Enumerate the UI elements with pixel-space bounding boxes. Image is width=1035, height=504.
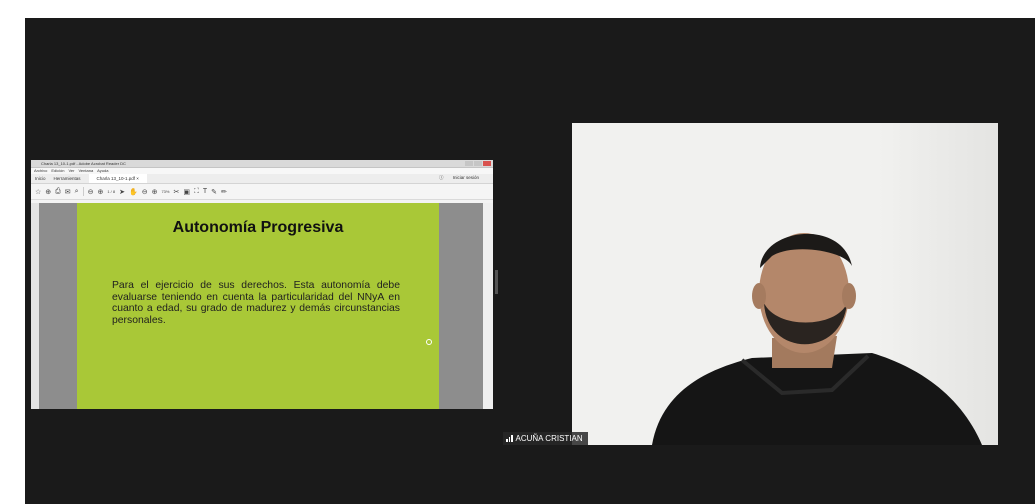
reader-tab-bar: Inicio Herramientas Charla 13_10-1.pdf ×…	[31, 174, 493, 184]
slide-body: Para el ejercicio de sus derechos. Esta …	[112, 280, 400, 326]
shared-screen: Charla 13_10-1.pdf - Adobe Acrobat Reade…	[31, 160, 493, 409]
next-page-icon[interactable]: ⊕	[97, 188, 103, 196]
sign-in-link[interactable]: ⓘ Iniciar sesión	[431, 175, 487, 181]
fullscreen-icon[interactable]: ⛶	[194, 188, 199, 196]
zoom-in-icon[interactable]: ⊕	[152, 188, 158, 196]
help-icon[interactable]: ⓘ	[435, 175, 448, 180]
sign-in-label[interactable]: Iniciar sesión	[449, 175, 483, 180]
slide-page: Autonomía Progresiva Para el ejercicio d…	[77, 203, 439, 409]
reader-toolbar: ☆ ⊕ ⎙ ✉ ⌕ ⊖ ⊕ 1 / 8 ➤ ✋ ⊖ ⊕ 73% ✂ ▣ ⛶ T …	[31, 184, 493, 200]
participant-silhouette	[652, 233, 982, 445]
upload-icon[interactable]: ⊕	[45, 188, 51, 196]
pen-icon[interactable]: ✏	[221, 188, 227, 196]
participant-name-tag: ACUÑA CRISTIAN	[503, 432, 588, 445]
signal-strength-icon	[506, 435, 513, 442]
print-icon[interactable]: ⎙	[55, 188, 61, 196]
text-tool-icon[interactable]: T	[203, 188, 207, 195]
select-tool-icon[interactable]: ➤	[119, 188, 125, 196]
search-icon[interactable]: ⌕	[75, 188, 79, 196]
mail-icon[interactable]: ✉	[65, 188, 71, 196]
minimize-button[interactable]	[465, 161, 473, 166]
close-button[interactable]	[483, 161, 491, 166]
window-title: Charla 13_10-1.pdf - Adobe Acrobat Reade…	[41, 161, 126, 166]
tab-herramientas[interactable]: Herramientas	[50, 176, 85, 181]
hand-tool-icon[interactable]: ✋	[129, 188, 138, 196]
toolbar-divider	[82, 187, 84, 196]
comment-icon[interactable]: ✎	[211, 188, 217, 196]
participant-video	[572, 123, 998, 445]
split-divider[interactable]	[495, 270, 498, 294]
scrollbar[interactable]	[483, 203, 493, 409]
crop-icon[interactable]: ✂	[173, 188, 179, 196]
prev-page-icon[interactable]: ⊖	[88, 188, 94, 196]
mouse-cursor-icon	[426, 339, 432, 345]
window-controls	[465, 161, 491, 166]
star-icon[interactable]: ☆	[35, 188, 41, 196]
left-panel	[31, 203, 39, 409]
tab-document[interactable]: Charla 13_10-1.pdf ×	[88, 174, 147, 183]
participant-name: ACUÑA CRISTIAN	[515, 434, 583, 443]
tab-inicio[interactable]: Inicio	[31, 176, 50, 181]
maximize-button[interactable]	[474, 161, 482, 166]
zoom-out-icon[interactable]: ⊖	[142, 188, 148, 196]
fit-page-icon[interactable]: ▣	[183, 188, 190, 196]
slide-title: Autonomía Progresiva	[172, 219, 344, 236]
page-indicator[interactable]: 1 / 8	[107, 189, 115, 194]
reader-title-bar: Charla 13_10-1.pdf - Adobe Acrobat Reade…	[31, 160, 493, 168]
document-view: Autonomía Progresiva Para el ejercicio d…	[31, 203, 493, 409]
zoom-level[interactable]: 73%	[161, 189, 169, 194]
